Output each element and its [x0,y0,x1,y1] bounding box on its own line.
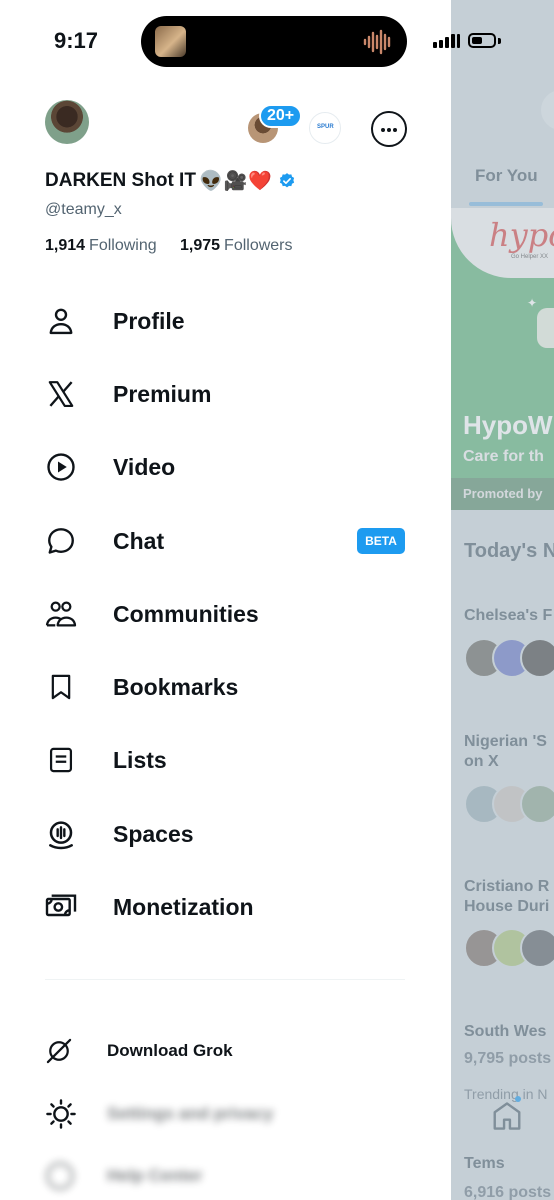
trend-title[interactable]: Nigerian 'S on X [464,732,547,772]
beta-badge: BETA [357,528,405,554]
menu-label: Profile [113,307,185,334]
menu-label: Bookmarks [113,673,239,700]
x-logo-icon [48,381,74,407]
help-center-label: Help Center [107,1166,203,1185]
audio-wave-icon [363,29,391,55]
menu-label: Spaces [113,820,194,847]
more-options-button[interactable] [371,111,407,147]
play-circle-icon [47,453,75,481]
following-link[interactable]: 1,914 Following [45,237,157,255]
home-icon[interactable] [491,1100,523,1132]
list-icon [49,747,73,773]
ad-graphic [537,308,554,348]
now-playing-thumbnail [155,26,186,57]
trend-post-count: 6,916 posts [464,1184,552,1200]
sparkle-icon: ✦ [527,296,538,310]
ad-title: HypoW [463,410,553,440]
settings-item[interactable]: Settings and privacy [45,1094,405,1134]
ad-logo: hypo [489,216,554,254]
promoted-ad[interactable]: hypo Go Helper XX ✦ HypoW Care for th Pr… [451,208,554,510]
following-count: 1,914 [45,237,86,254]
display-name: DARKEN Shot IT [45,170,196,191]
other-account-avatar[interactable]: SPUR [309,112,341,144]
verified-badge-icon [279,173,295,188]
trend-title[interactable]: Chelsea's F [464,606,552,626]
following-label: Following [89,237,157,254]
feed-header-avatar [541,90,554,130]
menu-item-premium[interactable]: Premium [45,368,405,420]
help-center-item[interactable]: Help Center [45,1156,405,1196]
download-grok-label: Download Grok [107,1041,233,1060]
menu-item-communities[interactable]: Communities [45,588,405,640]
ad-tagline: Go Helper XX [511,254,549,260]
account-name-row[interactable]: DARKEN Shot IT 👽🎥❤️ [45,169,296,193]
battery-icon [468,33,496,48]
followers-link[interactable]: 1,975 Followers [180,237,293,255]
chat-bubble-icon [48,528,74,554]
tab-indicator [469,202,543,206]
background-feed: For You hypo Go Helper XX ✦ HypoW Care f… [451,0,554,1200]
cellular-signal-icon [433,34,460,48]
ad-subtitle: Care for th [463,448,544,465]
followers-label: Followers [224,237,293,254]
trend-title[interactable]: South Wes [464,1022,546,1042]
ad-promoted-label: Promoted by [463,486,543,501]
tab-for-you[interactable]: For You [475,166,538,186]
menu-label: Lists [113,746,167,773]
dynamic-island[interactable] [141,16,407,67]
menu-item-video[interactable]: Video [45,441,405,493]
name-emojis: 👽🎥❤️ [198,171,273,192]
communities-icon [45,601,77,627]
help-icon [46,1162,74,1190]
menu-item-lists[interactable]: Lists [45,734,405,786]
menu-divider [45,979,405,980]
menu-label: Chat [113,527,165,554]
ad-banner: hypo Go Helper XX [451,208,554,278]
menu-label: Communities [113,600,259,627]
trend-title[interactable]: Cristiano R House Duri [464,877,549,917]
menu-item-chat[interactable]: Chat BETA [45,515,405,567]
settings-gear-icon [46,1099,76,1129]
menu-item-monetization[interactable]: Monetization [45,881,405,933]
person-icon [49,308,73,335]
notification-badge: 20+ [259,104,303,128]
bookmark-icon [51,674,71,700]
trend-title[interactable]: Tems [464,1154,505,1174]
menu-label: Video [113,453,176,480]
menu-item-bookmarks[interactable]: Bookmarks [45,661,405,713]
download-grok-item[interactable]: Download Grok [45,1031,405,1071]
grok-icon [46,1038,72,1064]
money-icon [45,894,77,917]
trend-post-count: 9,795 posts [464,1050,552,1067]
todays-news-heading: Today's N [464,540,554,562]
menu-item-spaces[interactable]: Spaces [45,808,405,860]
battery-tip [498,38,501,44]
menu-label: Premium [113,380,212,407]
settings-label: Settings and privacy [107,1104,274,1123]
ad-promoted-bar: Promoted by [451,478,554,510]
followers-count: 1,975 [180,237,221,254]
other-account-logo-text: SPUR [317,124,334,130]
menu-label: Monetization [113,893,254,920]
status-time: 9:17 [54,28,99,53]
account-handle: @teamy_x [45,201,122,218]
menu-item-profile[interactable]: Profile [45,295,405,347]
spaces-icon [49,821,73,850]
profile-avatar[interactable] [45,100,89,144]
